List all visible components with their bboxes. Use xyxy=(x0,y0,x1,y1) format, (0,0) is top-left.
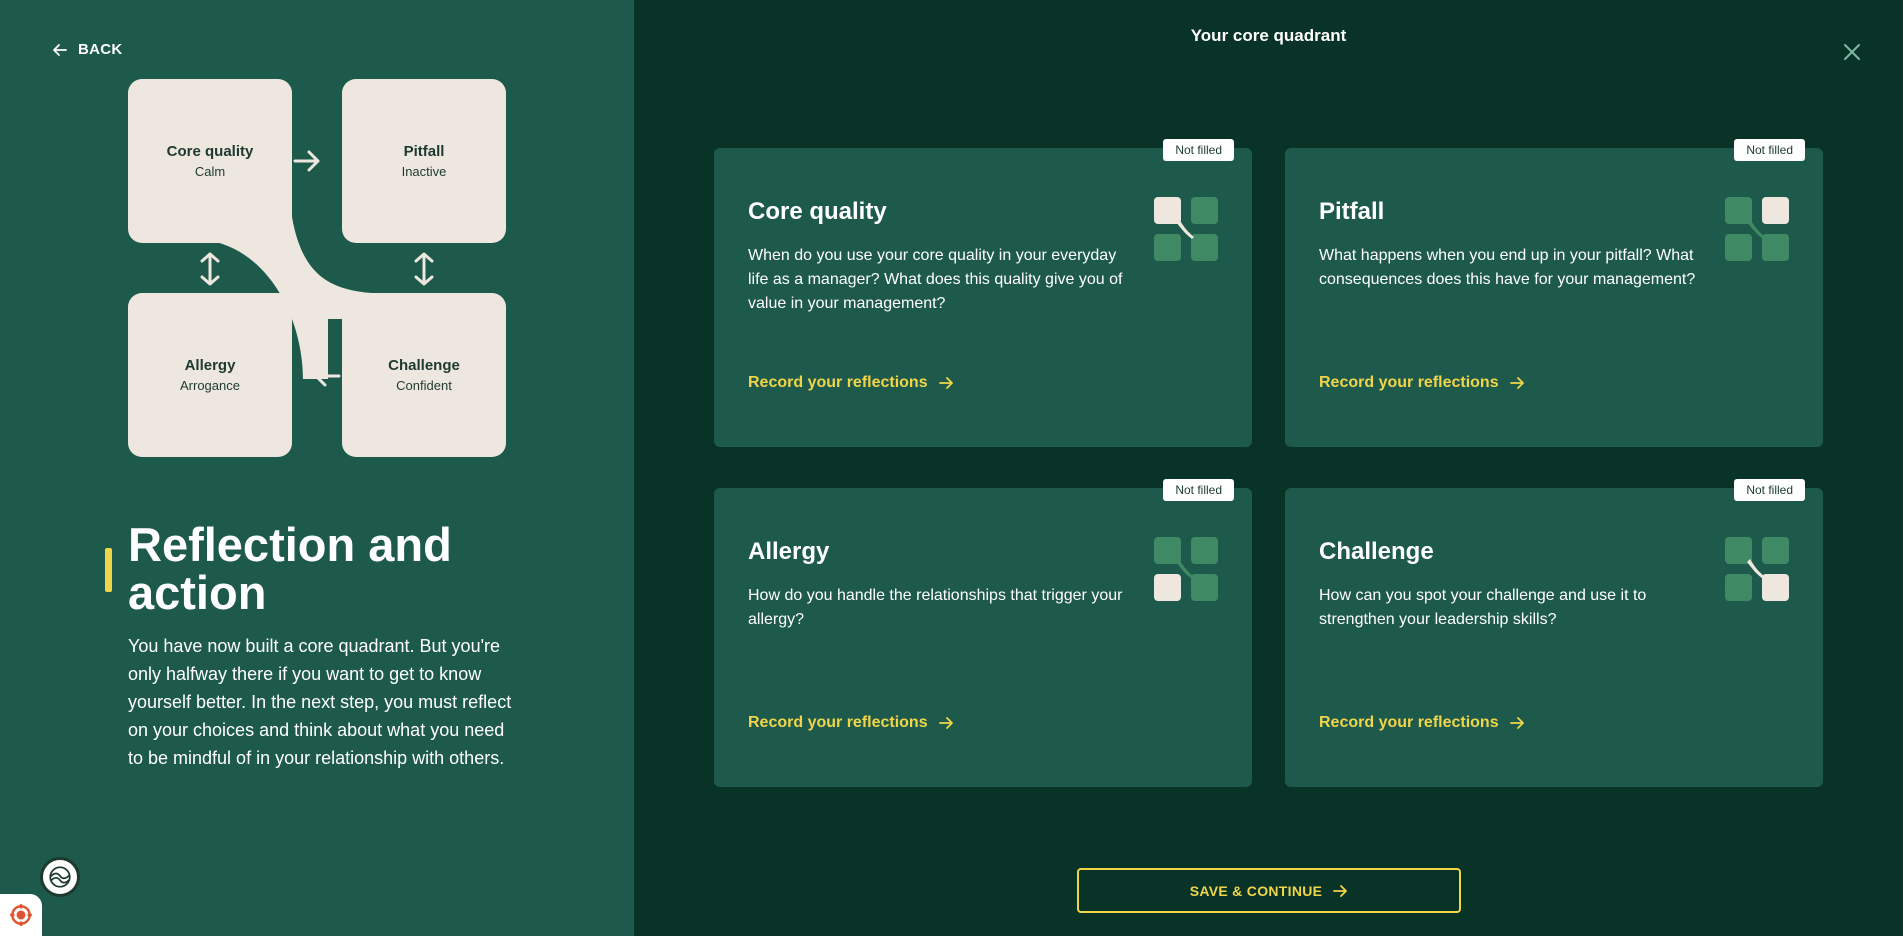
arrow-right-icon xyxy=(1333,884,1348,897)
intro-text: You have now built a core quadrant. But … xyxy=(128,636,512,768)
quadrant-challenge: Challenge Confident xyxy=(342,293,506,457)
quadrant-pitfall: Pitfall Inactive xyxy=(342,79,506,243)
card-question: What happens when you end up in your pit… xyxy=(1319,247,1696,288)
status-badge: Not filled xyxy=(1163,479,1234,501)
quadrant-top-left-icon xyxy=(1154,197,1218,261)
quadrant-value: Arrogance xyxy=(180,378,240,393)
link-label: Record your reflections xyxy=(748,374,928,391)
quadrant-bottom-right-icon xyxy=(1725,537,1789,601)
status-badge: Not filled xyxy=(1734,139,1805,161)
quadrant-value: Calm xyxy=(194,164,226,179)
accent-bar xyxy=(105,548,112,592)
arrow-right-icon xyxy=(938,377,953,389)
quadrant-label: Core quality xyxy=(166,143,254,160)
record-reflections-link[interactable]: Record your reflections xyxy=(1319,714,1525,732)
page-title: Your core quadrant xyxy=(1190,26,1347,45)
card-title: Allergy xyxy=(748,538,830,565)
card-title: Pitfall xyxy=(1319,198,1385,225)
status-badge: Not filled xyxy=(1734,479,1805,501)
record-reflections-link[interactable]: Record your reflections xyxy=(1319,374,1525,392)
save-continue-label: SAVE & CONTINUE xyxy=(1189,882,1323,899)
back-link[interactable]: BACK xyxy=(52,41,123,58)
left-panel: BACK Core quality Calm Pitfall Inactive … xyxy=(0,0,634,936)
card-question: When do you use your core quality in you… xyxy=(748,247,1123,312)
save-continue-button[interactable]: SAVE & CONTINUE xyxy=(1077,868,1461,913)
arrow-right-icon xyxy=(293,150,320,172)
card-core-quality: Not filled Core quality When do you use … xyxy=(714,139,1252,447)
quadrant-allergy: Allergy Arrogance xyxy=(128,293,292,457)
link-label: Record your reflections xyxy=(1319,374,1499,391)
card-allergy: Not filled Allergy How do you handle the… xyxy=(714,479,1252,787)
back-label: BACK xyxy=(78,41,123,58)
card-question: How do you handle the relationships that… xyxy=(748,587,1123,628)
core-quadrant-diagram: Core quality Calm Pitfall Inactive Aller… xyxy=(128,79,506,458)
arrow-up-down-icon xyxy=(200,252,220,286)
help-widget-icon[interactable] xyxy=(0,894,42,936)
link-label: Record your reflections xyxy=(748,714,928,731)
arrow-left-icon xyxy=(53,43,67,56)
card-title: Core quality xyxy=(748,198,887,225)
quadrant-label: Challenge xyxy=(388,357,460,374)
link-label: Record your reflections xyxy=(1319,714,1499,731)
brand-badge-icon[interactable] xyxy=(40,857,80,897)
quadrant-value: Inactive xyxy=(401,164,447,179)
card-question: How can you spot your challenge and use … xyxy=(1319,587,1647,628)
arrow-up-down-icon xyxy=(414,252,434,286)
quadrant-bottom-left-icon xyxy=(1154,537,1218,601)
quadrant-core-quality: Core quality Calm xyxy=(128,79,292,243)
quadrant-top-right-icon xyxy=(1725,197,1789,261)
quadrant-label: Pitfall xyxy=(403,143,445,160)
card-title: Challenge xyxy=(1319,538,1434,565)
arrow-right-icon xyxy=(1509,377,1524,389)
record-reflections-link[interactable]: Record your reflections xyxy=(748,714,954,732)
status-badge: Not filled xyxy=(1163,139,1234,161)
arrow-left-icon xyxy=(314,365,341,387)
arrow-right-icon xyxy=(938,717,953,729)
close-icon[interactable] xyxy=(1842,42,1862,62)
quadrant-value: Confident xyxy=(396,378,452,393)
card-pitfall: Not filled Pitfall What happens when you… xyxy=(1285,139,1823,447)
record-reflections-link[interactable]: Record your reflections xyxy=(748,374,954,392)
quadrant-label: Allergy xyxy=(184,357,236,374)
card-challenge: Not filled Challenge How can you spot yo… xyxy=(1285,479,1823,787)
arrow-right-icon xyxy=(1509,717,1524,729)
page-heading: Reflection and action xyxy=(128,518,452,619)
